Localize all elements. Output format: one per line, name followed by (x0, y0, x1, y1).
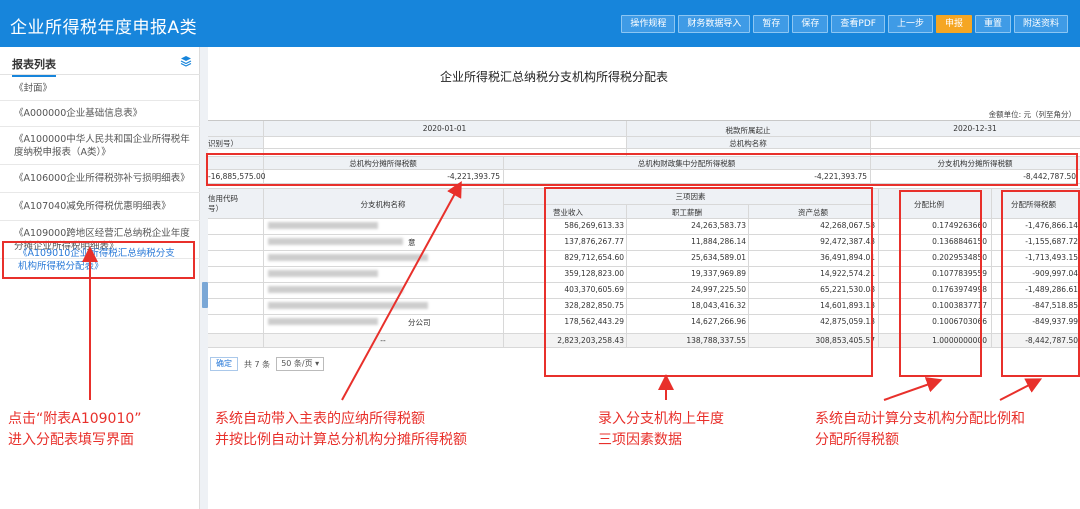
pager: 确定 共 7 条 50 条/页 ▾ (210, 357, 325, 371)
pager-ok-button[interactable]: 确定 (210, 357, 238, 371)
page-size-value: 50 条/页 (281, 359, 313, 368)
pager-count: 共 7 条 (244, 359, 271, 369)
annotation-line: 进入分配表填写界面 (8, 432, 134, 448)
toolbar-button-5[interactable]: 上一步 (887, 15, 933, 33)
totals-highlight-box (206, 153, 1078, 186)
factors-highlight-box (544, 187, 873, 377)
total-row-label: -- (380, 336, 386, 345)
ratio-highlight-box (899, 190, 982, 377)
period-end: 2020-12-31 (953, 124, 997, 133)
toolbar-button-4[interactable]: 查看PDF (831, 15, 885, 33)
redacted-branch-name (268, 286, 403, 293)
credit-code-header-2: 号） (208, 204, 223, 213)
unit-note: 金额单位: 元（列至角分） (988, 110, 1076, 119)
redacted-branch-name (268, 238, 403, 245)
taxpayer-id-label: 识别号） (208, 139, 238, 148)
period-label: 税款所属起止 (725, 126, 771, 135)
sidebar-item-label: 《A109010企业所得税汇总纳税分支机构所得税分配表》 (18, 248, 175, 272)
layers-icon[interactable] (180, 55, 192, 67)
document-title: 企业所得税汇总纳税分支机构所得税分配表 (440, 70, 669, 84)
annotation-line: 系统自动计算分支机构分配比例和 (815, 411, 1025, 427)
branch-name-suffix: 分公司 (408, 318, 431, 327)
annotation-auto-import: 系统自动带入主表的应纳所得税额 并按比例自动计算总分机构分摊所得税额 (215, 409, 467, 451)
toolbar-button-2[interactable]: 暂存 (753, 15, 790, 33)
sidebar-item-a000000[interactable]: 《A000000企业基础信息表》 (0, 101, 200, 127)
arrow-to-tax (999, 378, 1043, 401)
sidebar-item-label: 《A107040减免所得税优惠明细表》 (14, 201, 171, 212)
annotation-line: 分配所得税额 (815, 432, 899, 448)
sidebar-item-label: 《A000000企业基础信息表》 (14, 108, 143, 119)
annotation-line: 录入分支机构上年度 (598, 411, 724, 427)
sidebar-item-a100000[interactable]: 《A100000中华人民共和国企业所得税年度纳税申报表（A类）》 (0, 127, 200, 165)
sidebar-item-cover[interactable]: 《封面》 (0, 77, 200, 101)
branch-name-header: 分支机构名称 (360, 200, 406, 209)
page-size-select[interactable]: 50 条/页 ▾ (276, 357, 325, 371)
sidebar-header: 报表列表 (0, 47, 200, 77)
redacted-branch-name (268, 254, 428, 261)
app-title: 企业所得税年度申报A类 (10, 18, 198, 38)
annotation-click-a109010: 点击“附表A109010” 进入分配表填写界面 (8, 409, 142, 451)
app-header: 企业所得税年度申报A类 操作规程 财务数据导入 暂存 保存 查看PDF 上一步 申报 重置 附送… (0, 0, 1080, 47)
annotation-line: 点击“附表A109010” (8, 411, 142, 427)
sidebar-item-label: 《A106000企业所得税弥补亏损明细表》 (14, 173, 190, 184)
redacted-branch-name (268, 302, 428, 309)
sidebar-item-a107040[interactable]: 《A107040减免所得税优惠明细表》 (0, 193, 200, 221)
sidebar-item-a109010[interactable]: 《A109010企业所得税汇总纳税分支机构所得税分配表》 (2, 241, 195, 279)
branch-name-suffix: 意 (408, 238, 416, 247)
tax-highlight-box (1001, 190, 1080, 377)
redacted-branch-name (268, 270, 378, 277)
sidebar-title: 报表列表 (12, 56, 56, 77)
toolbar-button-0[interactable]: 操作规程 (621, 15, 676, 33)
toolbar-button-6[interactable]: 申报 (935, 15, 972, 33)
annotation-line: 系统自动带入主表的应纳所得税额 (215, 411, 425, 427)
annotation-line: 并按比例自动计算总分机构分摊所得税额 (215, 432, 467, 448)
redacted-branch-name (268, 222, 378, 229)
arrow-to-ratio (883, 377, 943, 401)
period-start: 2020-01-01 (422, 124, 467, 133)
toolbar-button-1[interactable]: 财务数据导入 (678, 15, 751, 33)
redacted-branch-name (268, 318, 378, 325)
sidebar-item-label: 《A100000中华人民共和国企业所得税年度纳税申报表（A类）》 (14, 133, 190, 158)
annotation-enter-factors: 录入分支机构上年度 三项因素数据 (598, 409, 724, 451)
toolbar: 操作规程 财务数据导入 暂存 保存 查看PDF 上一步 申报 重置 附送资料 (621, 15, 1068, 33)
annotation-line: 三项因素数据 (598, 432, 682, 448)
sidebar-item-a106000[interactable]: 《A106000企业所得税弥补亏损明细表》 (0, 165, 200, 193)
head-name-label: 总机构名称 (729, 139, 767, 148)
toolbar-button-7[interactable]: 重置 (974, 15, 1011, 33)
annotation-auto-calc: 系统自动计算分支机构分配比例和 分配所得税额 (815, 409, 1025, 451)
toolbar-button-3[interactable]: 保存 (792, 15, 829, 33)
sidebar-item-label: 《封面》 (14, 83, 53, 94)
sidebar-gutter (200, 47, 208, 509)
toolbar-button-8[interactable]: 附送资料 (1013, 15, 1068, 33)
